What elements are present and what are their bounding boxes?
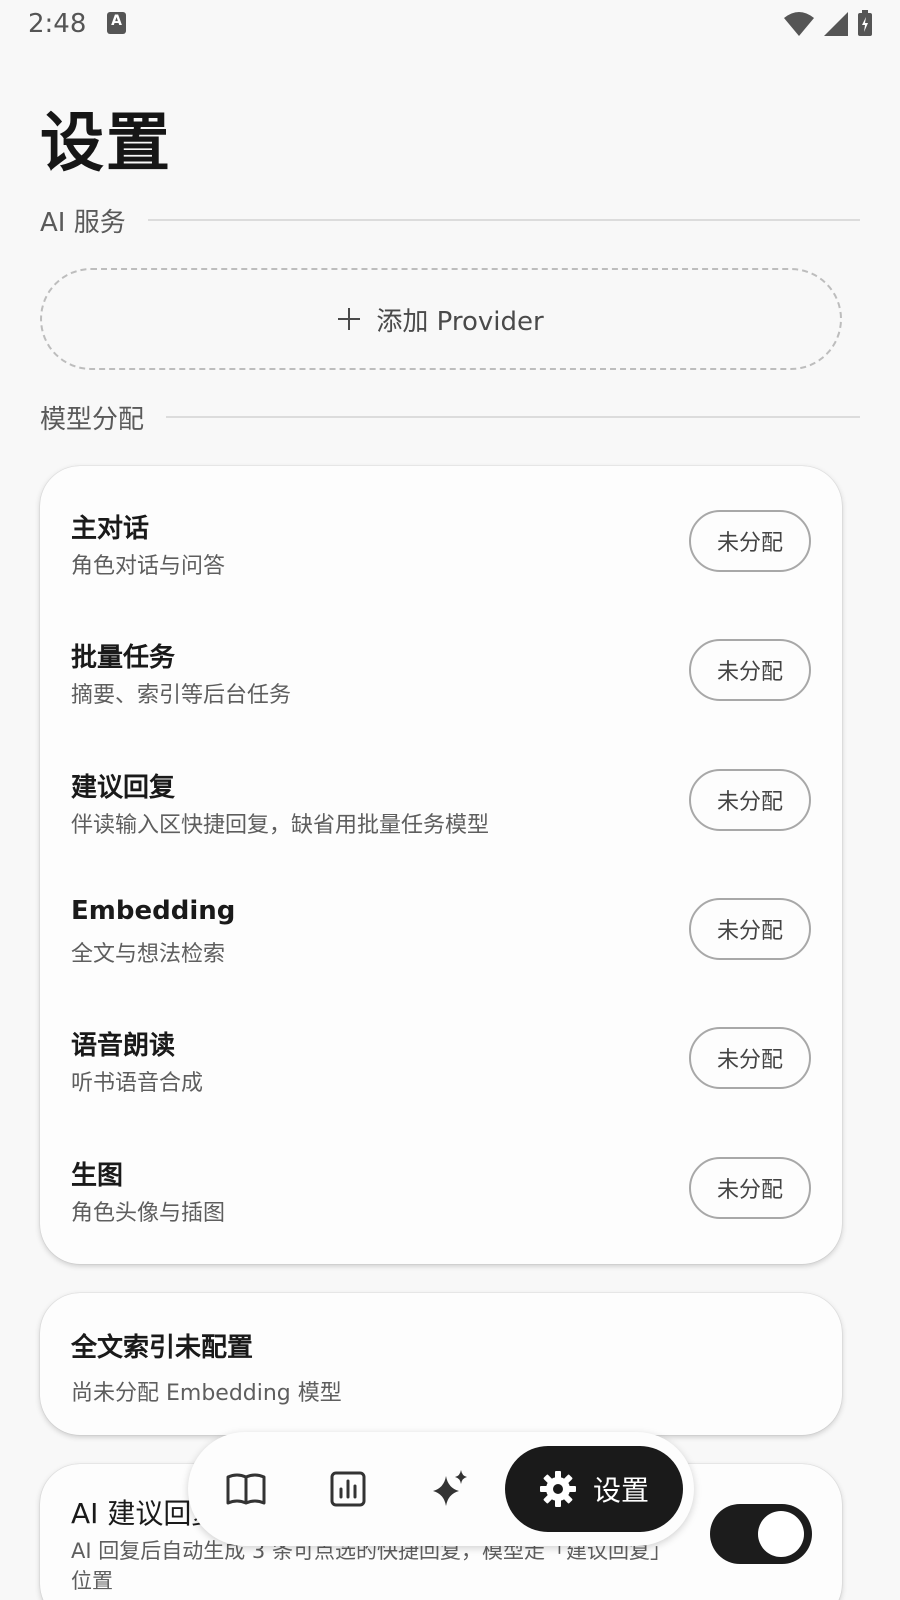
row-title: 语音朗读: [71, 1031, 176, 1061]
model-row-image-gen[interactable]: 生图 角色头像与插图 未分配: [40, 1113, 842, 1243]
status-bar: 2:48 A: [0, 0, 900, 48]
row-subtitle: 摘要、索引等后台任务: [71, 683, 292, 708]
nav-book[interactable]: [224, 1467, 268, 1511]
toggle-knob: [758, 1511, 804, 1557]
assign-status-button[interactable]: 未分配: [689, 898, 811, 960]
book-icon: [226, 1473, 266, 1505]
index-subtitle: 尚未分配 Embedding 模型: [71, 1381, 342, 1406]
page-title: 设置: [40, 106, 172, 181]
row-subtitle: 全文与想法检索: [71, 942, 226, 967]
section-label: 模型分配: [40, 404, 145, 435]
assign-status-button[interactable]: 未分配: [689, 639, 811, 701]
notification-a-icon: A: [107, 12, 126, 34]
battery-icon: [858, 10, 872, 36]
assign-status-button[interactable]: 未分配: [689, 510, 811, 572]
row-subtitle: 伴读输入区快捷回复，缺省用批量任务模型: [71, 813, 490, 838]
section-label: AI 服务: [40, 207, 126, 238]
model-row-tts[interactable]: 语音朗读 听书语音合成 未分配: [40, 983, 842, 1113]
assign-status-button[interactable]: 未分配: [689, 1027, 811, 1089]
fulltext-index-card[interactable]: 全文索引未配置 尚未分配 Embedding 模型: [40, 1293, 842, 1435]
add-provider-label: 添加 Provider: [376, 306, 544, 337]
row-title: 主对话: [71, 514, 150, 544]
bottom-nav: 设置: [188, 1432, 694, 1546]
row-title: 批量任务: [71, 643, 176, 673]
row-title: 生图: [71, 1161, 124, 1191]
ai-suggest-toggle[interactable]: [710, 1504, 812, 1564]
model-assignment-card: 主对话 角色对话与问答 未分配 批量任务 摘要、索引等后台任务 未分配 建议回复…: [40, 466, 842, 1264]
model-row-suggest-reply[interactable]: 建议回复 伴读输入区快捷回复，缺省用批量任务模型 未分配: [40, 725, 842, 855]
section-header-ai-service: AI 服务: [40, 200, 860, 240]
section-divider: [166, 416, 860, 418]
cell-signal-icon: [824, 12, 848, 36]
index-title: 全文索引未配置: [71, 1333, 254, 1363]
assign-status-button[interactable]: 未分配: [689, 1157, 811, 1219]
gear-icon: [539, 1471, 576, 1507]
model-row-main-chat[interactable]: 主对话 角色对话与问答 未分配: [40, 466, 842, 596]
nav-stats[interactable]: [326, 1467, 370, 1511]
row-title: Embedding: [71, 896, 236, 926]
nav-settings-label: 设置: [592, 1474, 649, 1507]
sparkle-icon: [433, 1470, 467, 1506]
model-row-batch-task[interactable]: 批量任务 摘要、索引等后台任务 未分配: [40, 595, 842, 725]
nav-settings-active[interactable]: 设置: [505, 1446, 683, 1532]
section-divider: [147, 219, 860, 221]
status-icons: [784, 10, 872, 36]
chart-icon: [330, 1471, 366, 1507]
row-title: 建议回复: [71, 773, 176, 803]
row-subtitle: 角色头像与插图: [71, 1201, 226, 1226]
add-provider-button[interactable]: 添加 Provider: [40, 268, 842, 370]
wifi-icon: [784, 12, 814, 36]
row-subtitle: 角色对话与问答: [71, 554, 226, 579]
plus-icon: [338, 308, 361, 330]
status-time: 2:48: [28, 9, 87, 39]
section-header-model-assignment: 模型分配: [40, 397, 860, 437]
row-subtitle: 听书语音合成: [71, 1071, 204, 1096]
nav-ai[interactable]: [428, 1467, 472, 1511]
assign-status-button[interactable]: 未分配: [689, 769, 811, 831]
model-row-embedding[interactable]: Embedding 全文与想法检索 未分配: [40, 854, 842, 984]
